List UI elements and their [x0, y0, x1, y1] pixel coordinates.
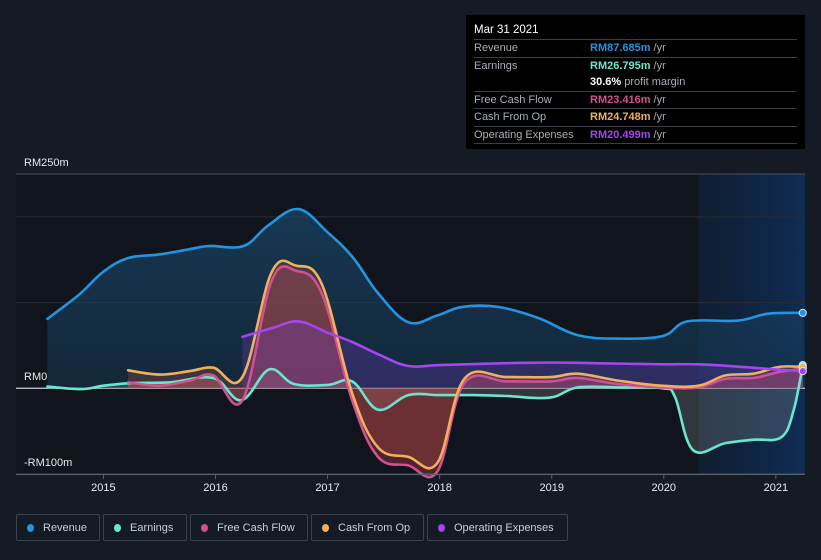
x-tick-label: 2018: [427, 482, 451, 494]
end-marker-revenue: [798, 308, 807, 317]
tooltip-row-cash-from-op: Cash From Op RM24.748m /yr: [474, 109, 797, 127]
tooltip-date: Mar 31 2021: [474, 22, 797, 40]
legend-label: Free Cash Flow: [217, 521, 295, 534]
tooltip-unit: profit margin: [624, 76, 686, 88]
x-tick-label: 2016: [203, 482, 227, 494]
legend-label: Operating Expenses: [454, 521, 554, 534]
revenue-dot-icon: [27, 523, 34, 532]
x-tick-label: 2015: [91, 482, 115, 494]
tooltip-row-operating-expenses: Operating Expenses RM20.499m /yr: [474, 127, 797, 144]
legend-item-free-cash-flow[interactable]: Free Cash Flow: [190, 514, 308, 541]
tooltip-label: Revenue: [474, 42, 519, 54]
legend-item-operating-expenses[interactable]: Operating Expenses: [427, 514, 568, 541]
legend-label: Earnings: [130, 521, 174, 534]
tooltip-value: 30.6%: [590, 76, 622, 88]
tooltip-value: RM23.416m: [590, 93, 651, 106]
tooltip-label: Earnings: [474, 59, 518, 72]
tooltip-row-revenue: Revenue RM87.685m /yr: [474, 40, 797, 58]
legend-label: Revenue: [43, 521, 88, 534]
x-tick-label: 2019: [539, 482, 563, 494]
tooltip-unit: /yr: [653, 128, 666, 141]
cash-from-op-dot-icon: [322, 523, 329, 532]
tooltip-unit: /yr: [653, 42, 666, 54]
operating-expenses-dot-icon: [438, 523, 445, 532]
legend-item-cash-from-op[interactable]: Cash From Op: [311, 514, 424, 541]
free-cash-flow-dot-icon: [201, 523, 208, 532]
earnings-dot-icon: [114, 523, 121, 532]
tooltip-value: RM87.685m: [590, 42, 651, 54]
tooltip-unit: /yr: [653, 111, 666, 123]
tooltip-unit: /yr: [653, 59, 666, 72]
y-tick-label-top: RM250m: [24, 157, 69, 169]
x-tick-label: 2021: [764, 482, 788, 494]
y-tick-label-bottom: -RM100m: [24, 457, 72, 469]
x-tick-label: 2017: [315, 482, 339, 494]
legend-item-revenue[interactable]: Revenue: [16, 514, 100, 541]
x-tick-label: 2020: [652, 482, 676, 494]
legend-label: Cash From Op: [338, 521, 411, 534]
tooltip-row-earnings: Earnings RM26.795m /yr: [474, 58, 797, 75]
tooltip-value: RM20.499m: [590, 128, 651, 141]
tooltip-value: RM26.795m: [590, 59, 651, 72]
tooltip-unit: /yr: [653, 93, 666, 106]
tooltip-label: Operating Expenses: [474, 128, 574, 141]
chart-legend: Revenue Earnings Free Cash Flow Cash Fro…: [16, 514, 568, 541]
legend-item-earnings[interactable]: Earnings: [103, 514, 187, 541]
tooltip-label: [474, 74, 590, 91]
y-tick-label-zero: RM0: [24, 371, 47, 383]
tooltip-row-profit-margin: 30.6% profit margin: [474, 74, 797, 92]
tooltip-value: RM24.748m: [590, 111, 651, 123]
tooltip-row-free-cash-flow: Free Cash Flow RM23.416m /yr: [474, 92, 797, 109]
tooltip-panel: Mar 31 2021 Revenue RM87.685m /yr Earnin…: [466, 15, 805, 149]
end-marker-operating-expenses: [798, 367, 807, 376]
tooltip-label: Free Cash Flow: [474, 93, 552, 106]
tooltip-label: Cash From Op: [474, 111, 547, 123]
